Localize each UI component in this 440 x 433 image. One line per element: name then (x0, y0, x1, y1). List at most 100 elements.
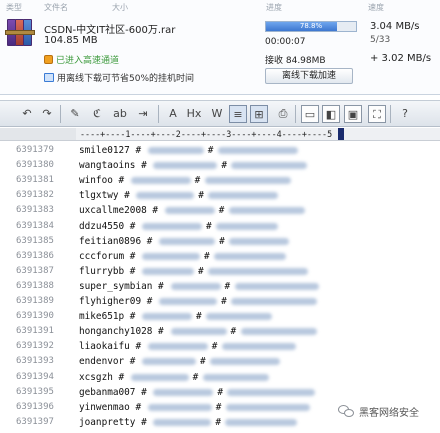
line-number: 6391381 (16, 175, 54, 186)
redacted-email (204, 177, 291, 185)
username-text[interactable]: smile0127 # (79, 143, 141, 158)
ruler-gutter (0, 128, 76, 140)
username-text[interactable]: mike651p # (79, 309, 135, 324)
field-separator: # (207, 145, 214, 156)
undo-button[interactable]: ↶ (18, 105, 36, 123)
username-text[interactable]: yinwenmao # (79, 400, 141, 415)
field-separator: # (221, 296, 227, 307)
redacted-password (147, 343, 208, 351)
lightning-icon (44, 55, 53, 64)
offline-download-speedup-button[interactable]: 离线下载加速 (265, 68, 353, 84)
download-progress-label: 78.8% (299, 22, 323, 30)
line-number: 6391384 (16, 220, 54, 231)
username-text[interactable]: winfoo # (79, 173, 124, 188)
elapsed-time: 00:00:07 (265, 37, 306, 47)
username-text[interactable]: feitian0896 # (79, 234, 152, 249)
field-separator: # (211, 341, 218, 353)
offline-download-tip-text[interactable]: 用离线下载可节省50%的挂机时间 (57, 71, 194, 84)
line-number: 6391392 (16, 341, 54, 352)
username-text[interactable]: liaokaifu # (79, 339, 141, 354)
editor-line[interactable]: 6391386 cccforum # # (0, 249, 440, 264)
editor-line[interactable]: 6391394 xcsgzh # # (0, 370, 440, 385)
field-separator: # (200, 356, 206, 368)
help-button[interactable]: ? (396, 105, 414, 123)
field-separator: # (230, 326, 237, 338)
indent-button[interactable]: ⇥ (134, 105, 152, 123)
editor-line[interactable]: 6391385 feitian0896 # # (0, 234, 440, 249)
field-separator: # (198, 190, 204, 202)
field-separator: # (196, 311, 202, 323)
editor-toolbar: ↶ ↷ ✎ ℭab ⇥ A Hx W ≡ ⊞ ⎙ ▭ ◧ ▣ ⛶? (0, 100, 440, 127)
view-button[interactable]: ▭ (301, 105, 319, 123)
field-separator: # (219, 235, 225, 247)
redacted-password (130, 373, 189, 381)
split-button[interactable]: ◧ (322, 105, 340, 123)
download-column-headers: 类型 文件名 大小 进度 速度 (0, 0, 440, 14)
editor-line[interactable]: 6391379 smile0127 # # (0, 143, 440, 158)
editor-line[interactable]: 6391388 super_symbian # # (0, 279, 440, 294)
header-speed[interactable]: 速度 (368, 2, 384, 13)
field-separator: # (215, 401, 222, 413)
redacted-password (136, 192, 195, 200)
field-separator: # (224, 280, 231, 292)
username-text[interactable]: super_symbian # (79, 279, 164, 294)
username-text[interactable]: honganchy1028 # (79, 324, 164, 339)
editor-line[interactable]: 6391380 wangtaoins # # (0, 158, 440, 173)
find-button[interactable]: ✎ (66, 105, 84, 123)
username-text[interactable]: cccforum # (79, 249, 135, 264)
redo-button[interactable]: ↷ (38, 105, 56, 123)
editor-line[interactable]: 6391384 ddzu4550 # # (0, 219, 440, 234)
line-number: 6391394 (16, 371, 54, 382)
wordwrap-button[interactable]: W (208, 105, 226, 123)
editor-line[interactable]: 6391383 uxcallme2008 # # (0, 203, 440, 218)
editor-line[interactable]: 6391389 flyhigher09 # # (0, 294, 440, 309)
spell-button[interactable]: ab (111, 105, 129, 123)
editor-line[interactable]: 6391393 endenvor # # (0, 354, 440, 369)
column-mode-button[interactable]: ⊞ (250, 105, 268, 123)
editor-line[interactable]: 6391392 liaokaifu # # (0, 339, 440, 354)
redacted-password (153, 418, 212, 426)
font-button[interactable]: A (164, 105, 182, 123)
username-text[interactable]: xcsgzh # (79, 370, 124, 385)
header-file-name[interactable]: 文件名 (44, 2, 68, 13)
username-text[interactable]: joanpretty # (79, 415, 147, 430)
username-text[interactable]: gebanma007 # (79, 385, 147, 400)
hex-button[interactable]: Hx (185, 105, 203, 123)
username-text[interactable]: uxcallme2008 # (79, 203, 158, 218)
replace-button[interactable]: ℭ (88, 105, 106, 123)
redacted-password (142, 222, 202, 230)
field-separator: # (198, 265, 204, 277)
print-button[interactable]: ⎙ (274, 105, 292, 123)
editor-line[interactable]: 6391395 gebanma007 # # (0, 385, 440, 400)
username-text[interactable]: tlgxtwy # (79, 188, 130, 203)
line-numbers-button[interactable]: ≡ (229, 105, 247, 123)
header-size[interactable]: 大小 (112, 2, 128, 13)
watermark: 黑客网络安全 (338, 404, 419, 419)
header-type[interactable]: 类型 (6, 2, 22, 13)
editor-line[interactable]: 6391381 winfoo # # (0, 173, 440, 188)
download-file-name[interactable]: CSDN-中文IT社区-600万.rar (44, 21, 175, 36)
offline-download-tip[interactable]: 用离线下载可节省50%的挂机时间 (44, 71, 194, 84)
editor-line[interactable]: 6391382 tlgxtwy # # (0, 188, 440, 203)
fullscreen-button[interactable]: ⛶ (368, 105, 386, 123)
editor-line[interactable]: 6391390 mike651p # # (0, 309, 440, 324)
username-text[interactable]: ddzu4550 # (79, 219, 135, 234)
username-text[interactable]: flurrybb # (79, 264, 135, 279)
tile-button[interactable]: ▣ (344, 105, 362, 123)
redacted-email (228, 207, 305, 215)
redacted-password (142, 313, 192, 321)
text-editor-area[interactable]: 6391379 smile0127 # #6391380 wangtaoins # #6… (0, 142, 440, 433)
line-number: 6391388 (16, 280, 54, 291)
username-text[interactable]: wangtaoins # (79, 158, 147, 173)
username-text[interactable]: flyhigher09 # (79, 294, 152, 309)
editor-line[interactable]: 6391391 honganchy1028 # # (0, 324, 440, 339)
line-number: 6391389 (16, 296, 54, 306)
rar-archive-icon (5, 19, 35, 47)
header-progress[interactable]: 进度 (266, 2, 282, 13)
editor-line[interactable]: 6391387 flurrybb # # (0, 264, 440, 279)
redacted-email (208, 192, 279, 200)
speedup-status-text: 已进入高速通道 (56, 56, 120, 66)
column-ruler: ----+----1----+----2----+----3----+----4… (0, 128, 440, 141)
username-text[interactable]: endenvor # (79, 354, 135, 369)
redacted-email (240, 328, 317, 336)
